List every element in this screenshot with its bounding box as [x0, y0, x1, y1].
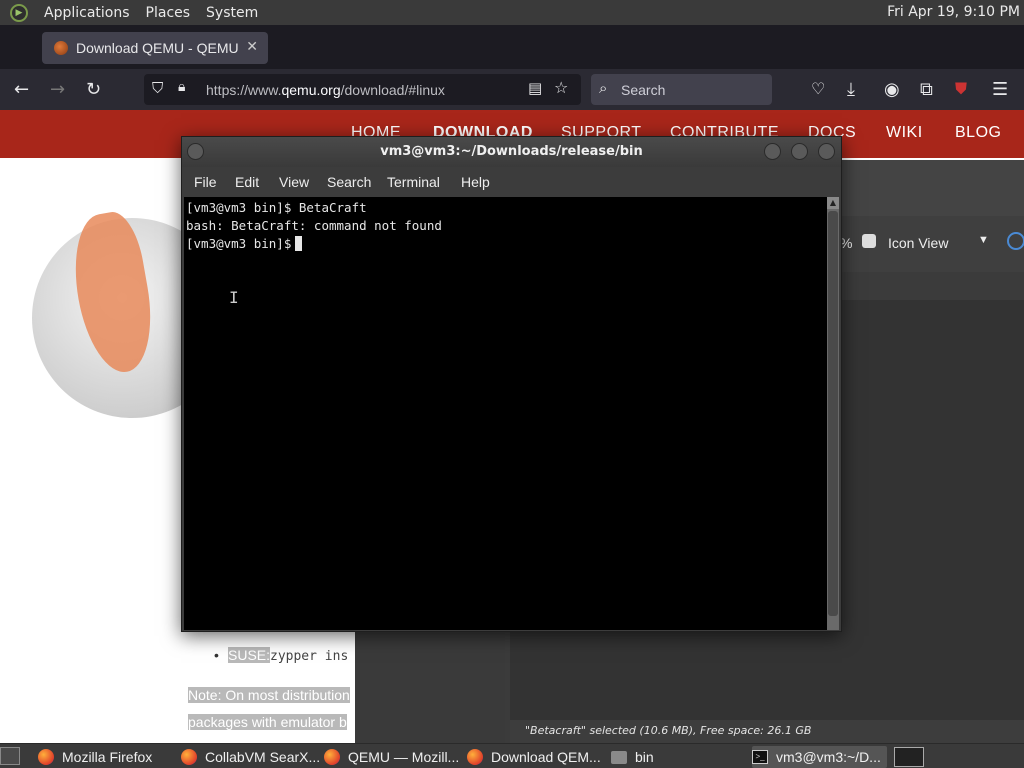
applications-menu[interactable]: Applications	[44, 5, 130, 21]
top-panel: ▶ Applications Places System Fri Apr 19,…	[0, 0, 1024, 25]
note-line-1: Note: On most distribution	[188, 687, 350, 703]
task-terminal[interactable]: >_ vm3@vm3:~/D...	[752, 746, 887, 768]
workspace-switcher[interactable]	[894, 747, 924, 767]
text-cursor	[295, 236, 303, 251]
qemu-favicon-icon	[54, 41, 68, 55]
account-icon[interactable]: ◉	[884, 79, 900, 100]
task-label: Download QEM...	[491, 749, 601, 765]
forward-icon[interactable]: →	[50, 79, 65, 100]
fm-status-bar: "Betacraft" selected (10.6 MB), Free spa…	[510, 720, 1024, 743]
menu-view[interactable]: View	[279, 174, 309, 190]
tab-close-icon[interactable]: ✕	[246, 38, 258, 55]
task-label: vm3@vm3:~/D...	[776, 749, 881, 765]
lock-icon[interactable]: 🔒︎	[178, 79, 185, 95]
mouse-ibeam-cursor-icon: I	[229, 288, 239, 307]
ublock-icon[interactable]: ⛊	[955, 79, 967, 99]
task-collabvm-searx[interactable]: CollabVM SearX...	[181, 746, 320, 768]
reader-view-icon[interactable]: ▤	[528, 79, 542, 97]
tab-title: Download QEMU - QEMU	[76, 40, 239, 56]
extensions-icon[interactable]: ⧉	[920, 79, 933, 100]
bullet: •	[214, 647, 219, 663]
task-label: QEMU — Mozill...	[348, 749, 460, 765]
menu-hamburger-icon[interactable]: ☰	[992, 79, 1008, 100]
site-nav-blog[interactable]: BLOG	[955, 124, 1001, 142]
terminal-line: [vm3@vm3 bin]$ BetaCraft	[186, 200, 367, 215]
search-placeholder: Search	[621, 81, 666, 98]
firefox-icon	[324, 749, 340, 765]
site-nav-wiki[interactable]: WIKI	[886, 124, 923, 142]
url-path: /download/#linux	[340, 81, 445, 98]
menu-edit[interactable]: Edit	[235, 174, 259, 190]
terminal-prompt: [vm3@vm3 bin]$	[186, 236, 292, 251]
zoom-icon[interactable]	[1007, 232, 1024, 250]
menu-terminal[interactable]: Terminal	[387, 174, 440, 190]
view-mode-icon	[862, 234, 876, 248]
task-mozilla-firefox[interactable]: Mozilla Firefox	[38, 746, 152, 768]
menu-search[interactable]: Search	[327, 174, 371, 190]
terminal-window: vm3@vm3:~/Downloads/release/bin File Edi…	[181, 136, 842, 632]
firefox-icon	[38, 749, 54, 765]
firefox-icon	[467, 749, 483, 765]
task-bin-folder[interactable]: bin	[611, 746, 654, 768]
reload-icon[interactable]: ↻	[86, 79, 101, 100]
url-bar[interactable]: ⛉ 🔒︎ https://www. qemu.org/download/#linu…	[144, 74, 581, 105]
search-input[interactable]: ⌕ Search	[591, 74, 772, 105]
distro-logo-icon[interactable]: ▶	[10, 3, 28, 22]
tab-bar: Download QEMU - QEMU ✕	[0, 25, 1024, 69]
system-menu[interactable]: System	[206, 5, 258, 21]
bookmark-star-icon[interactable]: ☆	[554, 78, 568, 97]
places-menu[interactable]: Places	[146, 5, 191, 21]
fm-sidebar	[355, 630, 505, 743]
suse-label: SUSE:	[228, 647, 271, 663]
window-menu-icon[interactable]	[187, 143, 204, 160]
chevron-down-icon[interactable]: ▼	[978, 234, 989, 246]
close-icon[interactable]	[818, 143, 835, 160]
task-download-qemu[interactable]: Download QEM...	[467, 746, 601, 768]
task-qemu-firefox[interactable]: QEMU — Mozill...	[324, 746, 459, 768]
nav-bar: ← → ↻ ⛉ 🔒︎ https://www. qemu.org/download…	[0, 69, 1024, 110]
maximize-icon[interactable]	[791, 143, 808, 160]
suse-command: zypper ins	[270, 649, 349, 664]
terminal-menubar: File Edit View Search Terminal Help	[182, 167, 841, 197]
menu-file[interactable]: File	[194, 174, 217, 190]
terminal-scrollbar[interactable]: ▲	[827, 197, 839, 630]
taskbar: Mozilla Firefox CollabVM SearX... QEMU —…	[0, 743, 1024, 768]
terminal-titlebar[interactable]: vm3@vm3:~/Downloads/release/bin	[182, 137, 841, 167]
tab-download-qemu[interactable]: Download QEMU - QEMU ✕	[42, 32, 268, 64]
scroll-up-arrow-icon[interactable]: ▲	[827, 197, 839, 209]
task-label: Mozilla Firefox	[62, 749, 153, 765]
shield-icon[interactable]: ⛉	[152, 79, 163, 97]
note-line-2: packages with emulator b	[188, 714, 347, 730]
terminal-prompt-line: [vm3@vm3 bin]$	[186, 235, 827, 253]
panel-menus: ▶ Applications Places System	[0, 0, 274, 25]
task-label: CollabVM SearX...	[205, 749, 321, 765]
terminal-screen[interactable]: [vm3@vm3 bin]$ BetaCraft bash: BetaCraft…	[184, 197, 827, 630]
url-prefix: https://www.	[206, 81, 282, 98]
url-host: qemu.org	[281, 81, 341, 98]
pocket-icon[interactable]: ♡	[811, 79, 825, 98]
terminal-line: bash: BetaCraft: command not found	[186, 218, 442, 233]
show-desktop-icon[interactable]	[0, 747, 20, 765]
panel-clock[interactable]: Fri Apr 19, 9:10 PM	[887, 4, 1020, 20]
task-label: bin	[635, 749, 654, 765]
firefox-icon	[181, 749, 197, 765]
terminal-icon: >_	[752, 750, 768, 764]
folder-icon	[611, 750, 627, 764]
scrollbar-thumb[interactable]	[828, 211, 838, 616]
search-icon: ⌕	[599, 79, 608, 97]
fm-view-bar: % Icon View ▼	[840, 216, 1024, 272]
view-mode-select[interactable]: Icon View	[888, 235, 948, 251]
back-icon[interactable]: ←	[14, 79, 29, 100]
downloads-icon[interactable]: ⤓	[847, 79, 855, 100]
terminal-title: vm3@vm3:~/Downloads/release/bin	[380, 144, 643, 159]
menu-help[interactable]: Help	[461, 174, 490, 190]
minimize-icon[interactable]	[764, 143, 781, 160]
fm-toolbar	[840, 160, 1024, 216]
